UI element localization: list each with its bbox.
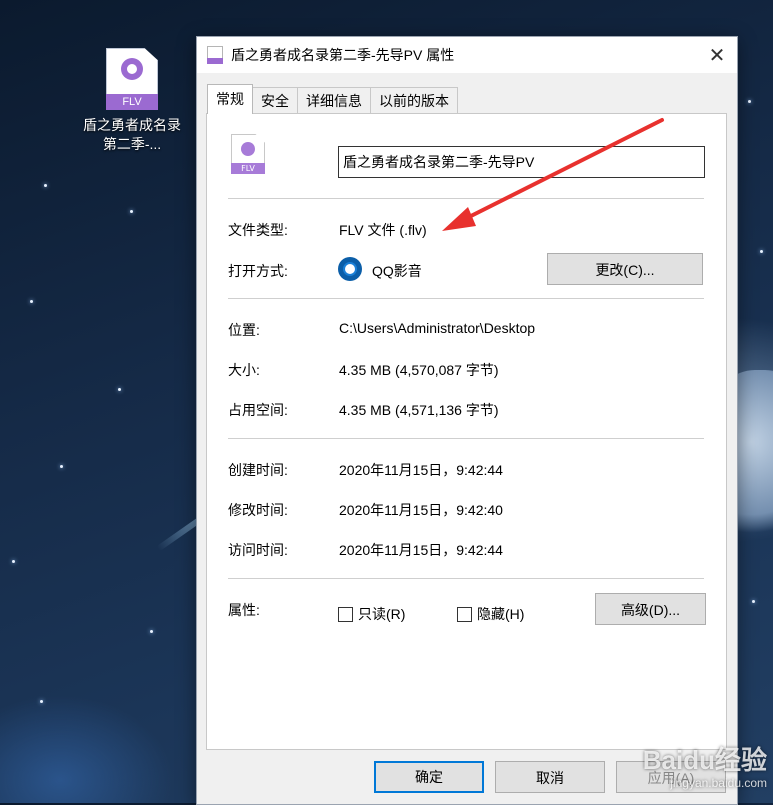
watermark-site: jingyan.baidu.com <box>670 776 767 790</box>
watermark: Baidu经验 jingyan.baidu.com <box>617 745 767 797</box>
annotation-arrow <box>442 118 664 231</box>
tab-general[interactable]: 常规 <box>207 84 253 114</box>
watermark-brand: Baidu经验 <box>642 745 767 775</box>
